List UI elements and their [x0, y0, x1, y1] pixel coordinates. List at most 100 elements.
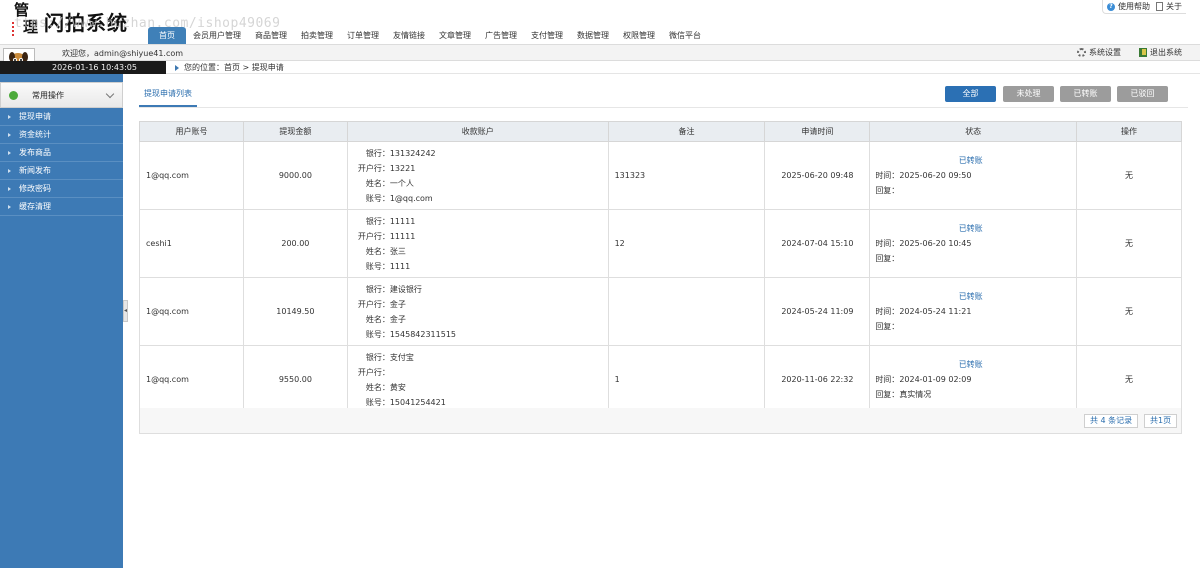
cell-status: 已转账 时间：2025-06-20 09:50 回复： — [869, 141, 1078, 210]
nav-item-ads[interactable]: 广告管理 — [478, 27, 524, 44]
sidebar-header[interactable]: 常用操作 — [0, 82, 123, 108]
account-name: 姓名：黄安 — [365, 382, 406, 392]
nav-item-wechat[interactable]: 微信平台 — [662, 27, 708, 44]
column-header-action: 操作 — [1076, 121, 1182, 142]
status-badge: 已转账 — [958, 156, 983, 165]
status-badge: 已转账 — [958, 360, 983, 369]
top-links: ? 使用帮助 关于 — [1102, 0, 1186, 14]
status-reply: 回复：真实情况 — [875, 390, 932, 399]
nav-item-payments[interactable]: 支付管理 — [524, 27, 570, 44]
sidebar-item-publish-news[interactable]: 新闻发布 — [0, 162, 123, 180]
pager-total-records[interactable]: 共 4 条记录 — [1084, 414, 1139, 428]
filter-rejected-button[interactable]: 已驳回 — [1117, 86, 1168, 102]
cell-remark: 1 — [607, 345, 766, 414]
cell-amount: 9550.00 — [242, 345, 348, 414]
table-row: 1@qq.com 9550.00 银行：支付宝 开户行： 姓名：黄安 账号：15… — [139, 345, 1182, 414]
cell-amount: 10149.50 — [242, 277, 348, 346]
sidebar-item-change-password[interactable]: 修改密码 — [0, 180, 123, 198]
status-time: 时间：2025-06-20 09:50 — [875, 171, 972, 180]
nav-item-data[interactable]: 数据管理 — [570, 27, 616, 44]
cell-user: ceshi1 — [139, 209, 244, 278]
status-badge: 已转账 — [958, 224, 983, 233]
sidebar-item-funds[interactable]: 资金统计 — [0, 126, 123, 144]
sidebar-item-publish-product[interactable]: 发布商品 — [0, 144, 123, 162]
nav-item-orders[interactable]: 订单管理 — [340, 27, 386, 44]
filter-all-button[interactable]: 全部 — [945, 86, 996, 102]
logout-label: 退出系统 — [1150, 48, 1182, 57]
nav-item-home[interactable]: 首页 — [148, 27, 186, 44]
column-header-amount: 提现金额 — [242, 121, 348, 142]
cell-account: 银行：建设银行 开户行：金子 姓名：金子 账号：1545842311515 — [346, 277, 609, 346]
account-name: 姓名：张三 — [365, 246, 406, 256]
account-bank: 银行：11111 — [365, 216, 416, 226]
column-header-user: 用户账号 — [139, 121, 244, 142]
main-content: 提现申请列表 全部 未处理 已转账 已驳回 用户账号 提现金额 收款账户 备注 … — [128, 74, 1200, 568]
nav-item-permissions[interactable]: 权限管理 — [616, 27, 662, 44]
logo-char-li: 理 — [23, 18, 39, 36]
nav-item-articles[interactable]: 文章管理 — [432, 27, 478, 44]
welcome-bar: 欢迎您，admin@shiyue41.com 系统设置 退出系统 — [0, 44, 1200, 61]
filter-pending-button[interactable]: 未处理 — [1003, 86, 1054, 102]
cell-amount: 200.00 — [242, 209, 348, 278]
cell-remark — [607, 277, 766, 346]
welcome-text: 欢迎您，admin@shiyue41.com — [62, 49, 184, 58]
breadcrumb: 您的位置：首页 > 提现申请 — [166, 61, 1200, 74]
cell-action: 无 — [1076, 209, 1182, 278]
gear-icon — [1077, 48, 1086, 57]
nav-item-friend-links[interactable]: 友情链接 — [386, 27, 432, 44]
system-links: 系统设置 退出系统 — [1077, 47, 1182, 58]
app-header: 管 理 闪拍系统 ttps://www.huzhan.com/ishop4906… — [0, 0, 1200, 44]
cell-remark: 12 — [607, 209, 766, 278]
status-time: 时间：2024-01-09 02:09 — [875, 375, 972, 384]
sidebar-header-title: 常用操作 — [32, 91, 64, 100]
system-settings-link[interactable]: 系统设置 — [1077, 47, 1121, 58]
cell-action: 无 — [1076, 345, 1182, 414]
cell-account: 银行：131324242 开户行：13221 姓名：一个人 账号：1@qq.co… — [346, 141, 609, 210]
account-branch: 开户行： — [357, 367, 390, 377]
table-header-row: 用户账号 提现金额 收款账户 备注 申请时间 状态 操作 — [139, 121, 1182, 142]
about-link[interactable]: 关于 — [1156, 1, 1182, 12]
logo-char-guan: 管 — [14, 1, 30, 19]
account-number: 账号：1545842311515 — [365, 329, 456, 339]
cell-apply-time: 2025-06-20 09:48 — [764, 141, 871, 210]
column-header-account: 收款账户 — [346, 121, 609, 142]
nav-item-auctions[interactable]: 拍卖管理 — [294, 27, 340, 44]
cell-action: 无 — [1076, 141, 1182, 210]
list-title-tab[interactable]: 提现申请列表 — [139, 83, 197, 107]
help-link[interactable]: ? 使用帮助 — [1107, 1, 1150, 12]
logout-link[interactable]: 退出系统 — [1139, 47, 1182, 58]
cell-apply-time: 2024-07-04 15:10 — [764, 209, 871, 278]
cell-user: 1@qq.com — [139, 345, 244, 414]
about-label: 关于 — [1166, 2, 1182, 11]
account-bank: 银行：131324242 — [365, 148, 436, 158]
nav-item-products[interactable]: 商品管理 — [248, 27, 294, 44]
filter-transferred-button[interactable]: 已转账 — [1060, 86, 1111, 102]
account-bank: 银行：支付宝 — [365, 352, 414, 362]
cell-remark: 131323 — [607, 141, 766, 210]
account-branch: 开户行：金子 — [357, 299, 406, 309]
sidebar-item-clear-cache[interactable]: 缓存清理 — [0, 198, 123, 216]
cell-apply-time: 2020-11-06 22:32 — [764, 345, 871, 414]
sidebar: 常用操作 提现申请 资金统计 发布商品 新闻发布 修改密码 缓存清理 — [0, 74, 123, 568]
cell-status: 已转账 时间：2024-01-09 02:09 回复：真实情况 — [869, 345, 1078, 414]
column-header-apply-time: 申请时间 — [764, 121, 871, 142]
help-label: 使用帮助 — [1118, 2, 1150, 11]
breadcrumb-arrow-icon — [175, 65, 179, 71]
exit-icon — [1139, 48, 1147, 57]
account-bank: 银行：建设银行 — [365, 284, 422, 294]
nav-item-members[interactable]: 会员用户管理 — [186, 27, 248, 44]
app-title: 闪拍系统 — [44, 11, 128, 35]
status-badge: 已转账 — [958, 292, 983, 301]
pagination: 共 4 条记录 共1页 — [139, 408, 1182, 434]
divider — [139, 107, 1188, 108]
chevron-down-icon — [105, 89, 115, 99]
breadcrumb-text: 您的位置：首页 > 提现申请 — [184, 63, 284, 72]
table-row: 1@qq.com 9000.00 银行：131324242 开户行：13221 … — [139, 141, 1182, 210]
sidebar-item-withdraw[interactable]: 提现申请 — [0, 108, 123, 126]
pager-total-pages[interactable]: 共1页 — [1144, 414, 1178, 428]
cell-account: 银行：11111 开户行：11111 姓名：张三 账号：1111 — [346, 209, 609, 278]
withdraw-table: 用户账号 提现金额 收款账户 备注 申请时间 状态 操作 1@qq.com 90… — [139, 121, 1182, 414]
table-row: 1@qq.com 10149.50 银行：建设银行 开户行：金子 姓名：金子 账… — [139, 277, 1182, 346]
cell-action: 无 — [1076, 277, 1182, 346]
help-icon: ? — [1107, 2, 1115, 11]
